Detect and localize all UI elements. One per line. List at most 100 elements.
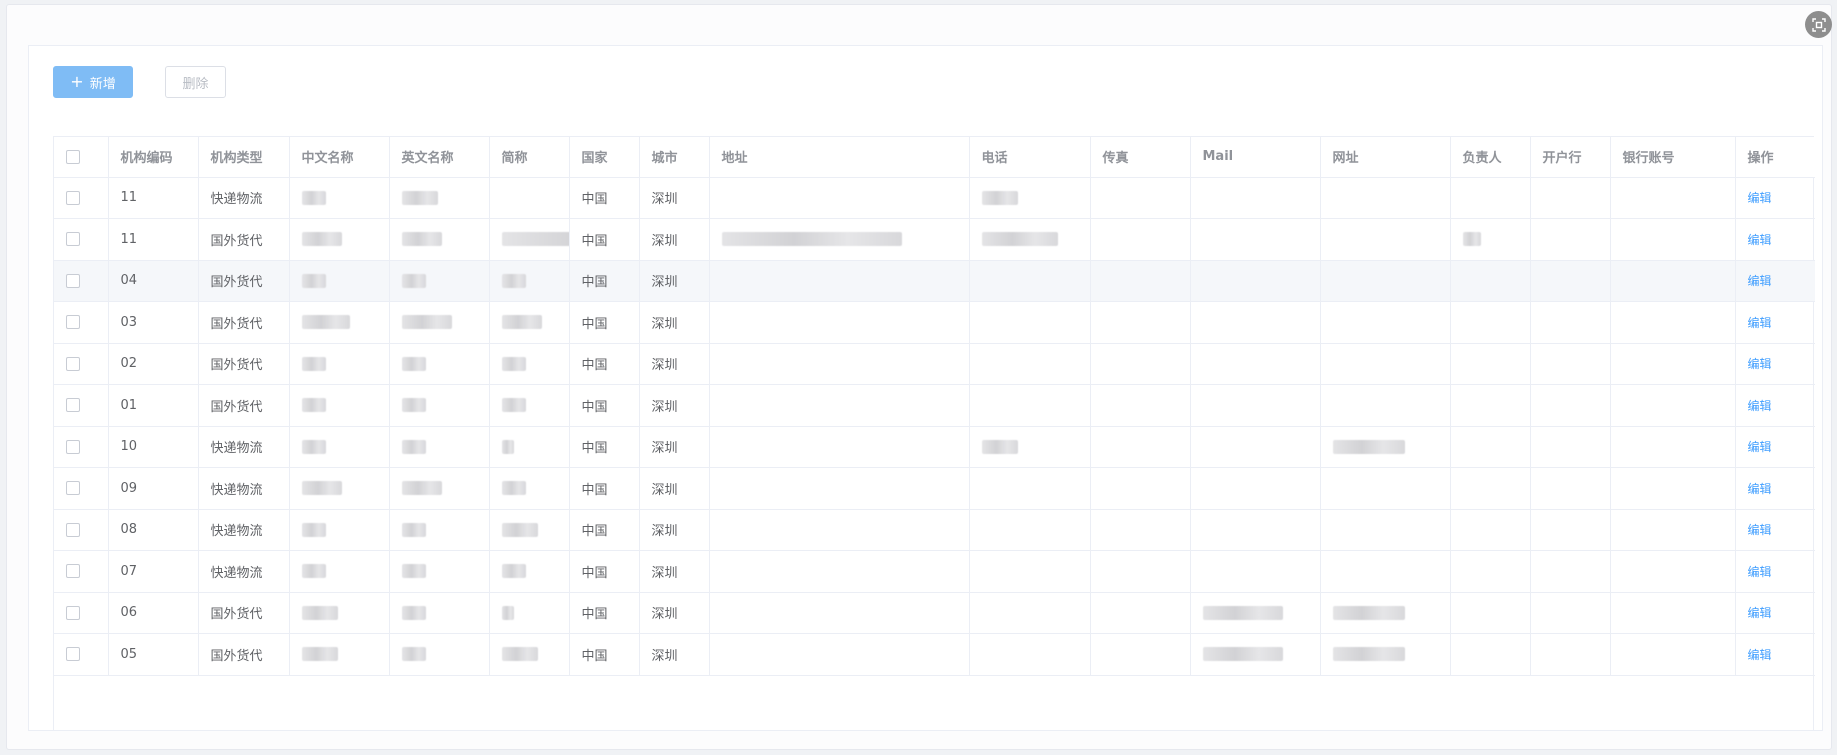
edit-link[interactable]: 编辑 (1748, 316, 1772, 330)
row-checkbox[interactable] (66, 190, 80, 205)
page-frame: + 新增 删除 机构编码 机构类型 中文名称 英文名称 简称 国家 城市 地址 … (6, 4, 1832, 750)
table-row[interactable]: 06 国外货代 中国 深圳 编辑 (54, 592, 1815, 634)
redacted-value (301, 481, 342, 496)
table-row[interactable]: 01 国外货代 中国 深圳 编辑 (54, 384, 1815, 427)
redacted-cell (489, 467, 570, 510)
redacted-value (1202, 605, 1283, 620)
row-checkbox[interactable] (66, 439, 80, 454)
row-checkbox[interactable] (66, 647, 80, 662)
cell-city: 深圳 (639, 218, 710, 261)
redacted-cell (389, 260, 490, 302)
table-row[interactable]: 04 国外货代 中国 深圳 编辑 (54, 260, 1815, 302)
edit-link[interactable]: 编辑 (1748, 523, 1772, 537)
redacted-cell (1450, 343, 1531, 385)
delete-button[interactable]: 删除 (165, 66, 226, 98)
row-checkbox-cell[interactable] (54, 260, 109, 302)
column-header: 网址 (1320, 137, 1451, 178)
redacted-value (401, 273, 426, 288)
redacted-cell (489, 343, 570, 385)
redacted-cell (289, 633, 390, 676)
cell-type: 国外货代 (198, 343, 290, 385)
row-checkbox-cell[interactable] (54, 550, 109, 593)
redacted-cell (1190, 260, 1321, 302)
redacted-cell (709, 218, 970, 261)
row-checkbox[interactable] (66, 481, 80, 496)
redacted-cell (1610, 509, 1736, 551)
row-checkbox[interactable] (66, 522, 80, 537)
redacted-value (301, 647, 338, 662)
row-checkbox[interactable] (66, 356, 80, 371)
redacted-value (501, 605, 514, 620)
redacted-cell (969, 177, 1091, 219)
redacted-cell (289, 426, 390, 468)
redacted-cell (1530, 177, 1611, 219)
table-row[interactable]: 03 国外货代 中国 深圳 编辑 (54, 301, 1815, 344)
redacted-cell (1450, 426, 1531, 468)
redacted-cell (1530, 592, 1611, 634)
row-checkbox-cell[interactable] (54, 633, 109, 676)
edit-link[interactable]: 编辑 (1748, 606, 1772, 620)
redacted-cell (389, 509, 490, 551)
table-row[interactable]: 08 快递物流 中国 深圳 编辑 (54, 509, 1815, 551)
select-all-checkbox-cell[interactable] (54, 137, 109, 178)
row-checkbox-cell[interactable] (54, 218, 109, 261)
redacted-value (401, 439, 426, 454)
edit-link[interactable]: 编辑 (1748, 565, 1772, 579)
row-checkbox-cell[interactable] (54, 177, 109, 219)
redacted-cell (709, 509, 970, 551)
row-checkbox-cell[interactable] (54, 426, 109, 468)
table-row[interactable]: 02 国外货代 中国 深圳 编辑 (54, 343, 1815, 385)
redacted-cell (1530, 509, 1611, 551)
redacted-cell (289, 509, 390, 551)
row-checkbox-cell[interactable] (54, 467, 109, 510)
row-checkbox[interactable] (66, 398, 80, 413)
row-checkbox[interactable] (66, 232, 80, 247)
table-header-row: 机构编码 机构类型 中文名称 英文名称 简称 国家 城市 地址 电话 传真 Ma… (54, 137, 1815, 178)
screen-capture-icon[interactable] (1805, 11, 1832, 38)
row-checkbox-cell[interactable] (54, 592, 109, 634)
row-checkbox-cell[interactable] (54, 301, 109, 344)
row-checkbox-cell[interactable] (54, 343, 109, 385)
edit-link[interactable]: 编辑 (1748, 274, 1772, 288)
actions-cell: 编辑 (1734, 426, 1815, 468)
add-button[interactable]: + 新增 (53, 66, 133, 98)
redacted-cell (1190, 384, 1321, 427)
table-row[interactable]: 11 国外货代 中国 深圳 编辑 (54, 218, 1815, 261)
edit-link[interactable]: 编辑 (1748, 399, 1772, 413)
redacted-cell (1320, 343, 1451, 385)
cell-code: 05 (108, 633, 199, 676)
table-row[interactable]: 11 快递物流 中国 深圳 编辑 (54, 177, 1815, 219)
redacted-value (301, 232, 342, 247)
column-header: 开户行 (1530, 137, 1611, 178)
row-checkbox-cell[interactable] (54, 384, 109, 427)
plus-icon: + (70, 72, 84, 91)
edit-link[interactable]: 编辑 (1748, 648, 1772, 662)
table-row[interactable]: 07 快递物流 中国 深圳 编辑 (54, 550, 1815, 593)
edit-link[interactable]: 编辑 (1748, 233, 1772, 247)
row-checkbox[interactable] (66, 273, 80, 288)
row-checkbox[interactable] (66, 564, 80, 579)
cell-country: 中国 (569, 550, 640, 593)
redacted-cell (1190, 633, 1321, 676)
redacted-value (401, 605, 426, 620)
redacted-value (981, 439, 1018, 454)
redacted-value (401, 232, 442, 247)
row-checkbox[interactable] (66, 315, 80, 330)
edit-link[interactable]: 编辑 (1748, 191, 1772, 205)
row-checkbox[interactable] (66, 605, 80, 620)
redacted-cell (1090, 301, 1191, 344)
redacted-cell (1450, 467, 1531, 510)
redacted-cell (1530, 301, 1611, 344)
cell-city: 深圳 (639, 509, 710, 551)
edit-link[interactable]: 编辑 (1748, 357, 1772, 371)
redacted-cell (709, 384, 970, 427)
table-row[interactable]: 09 快递物流 中国 深圳 编辑 (54, 467, 1815, 510)
edit-link[interactable]: 编辑 (1748, 482, 1772, 496)
table-row[interactable]: 10 快递物流 中国 深圳 编辑 (54, 426, 1815, 468)
redacted-cell (1190, 550, 1321, 593)
row-checkbox-cell[interactable] (54, 509, 109, 551)
content-card: + 新增 删除 机构编码 机构类型 中文名称 英文名称 简称 国家 城市 地址 … (28, 45, 1823, 731)
select-all-checkbox[interactable] (66, 149, 80, 164)
edit-link[interactable]: 编辑 (1748, 440, 1772, 454)
table-row[interactable]: 05 国外货代 中国 深圳 编辑 (54, 633, 1815, 676)
